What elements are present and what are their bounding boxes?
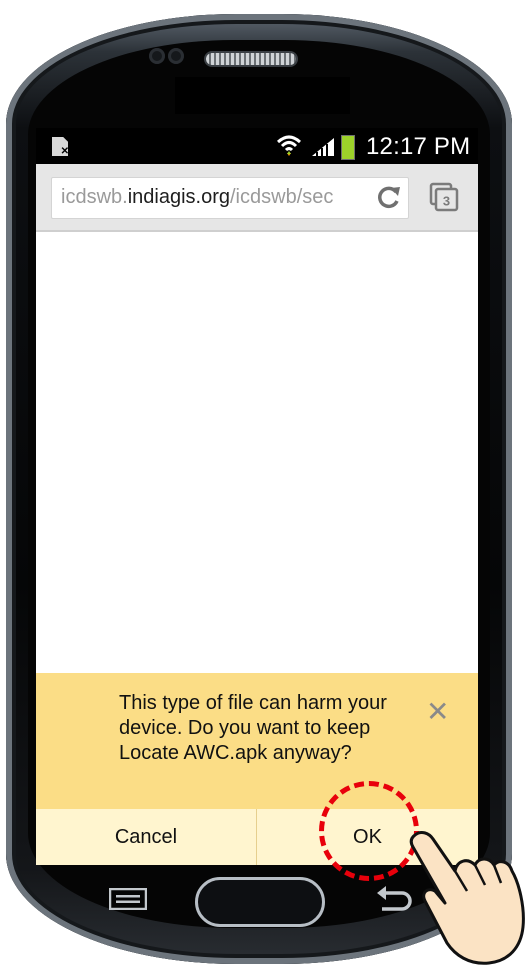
status-bar: ✕ 12:17 PM <box>36 128 478 164</box>
redacted-area <box>175 77 350 114</box>
signal-icon <box>312 138 334 156</box>
prompt-message: This type of file can harm your device. … <box>119 692 387 764</box>
phone-screen: ✕ 12:17 PM icdswb.indiagis.org/icdswb/se… <box>36 128 478 865</box>
reload-icon[interactable] <box>376 184 402 210</box>
close-icon[interactable]: ✕ <box>426 698 449 726</box>
battery-icon <box>341 135 355 160</box>
tabs-icon[interactable]: 3 <box>428 181 460 213</box>
status-time: 12:17 PM <box>366 133 471 160</box>
address-bar[interactable]: icdswb.indiagis.org/icdswb/sec <box>51 177 409 219</box>
download-warning-prompt: This type of file can harm your device. … <box>36 673 478 809</box>
sim-off-icon: ✕ <box>52 137 68 156</box>
url-text: icdswb.indiagis.org/icdswb/sec <box>61 186 334 208</box>
ok-highlight-circle <box>319 781 419 881</box>
menu-key-icon[interactable] <box>109 888 147 910</box>
browser-toolbar: icdswb.indiagis.org/icdswb/sec 3 <box>36 164 478 232</box>
home-button[interactable] <box>195 877 325 927</box>
pointing-hand-icon <box>409 830 525 965</box>
cancel-button[interactable]: Cancel <box>36 809 257 865</box>
proximity-sensor-icon <box>168 48 184 64</box>
wifi-icon <box>276 135 302 156</box>
front-camera-icon <box>149 48 165 64</box>
tab-count: 3 <box>443 194 450 209</box>
earpiece-speaker <box>206 53 296 65</box>
page-content <box>36 232 478 673</box>
